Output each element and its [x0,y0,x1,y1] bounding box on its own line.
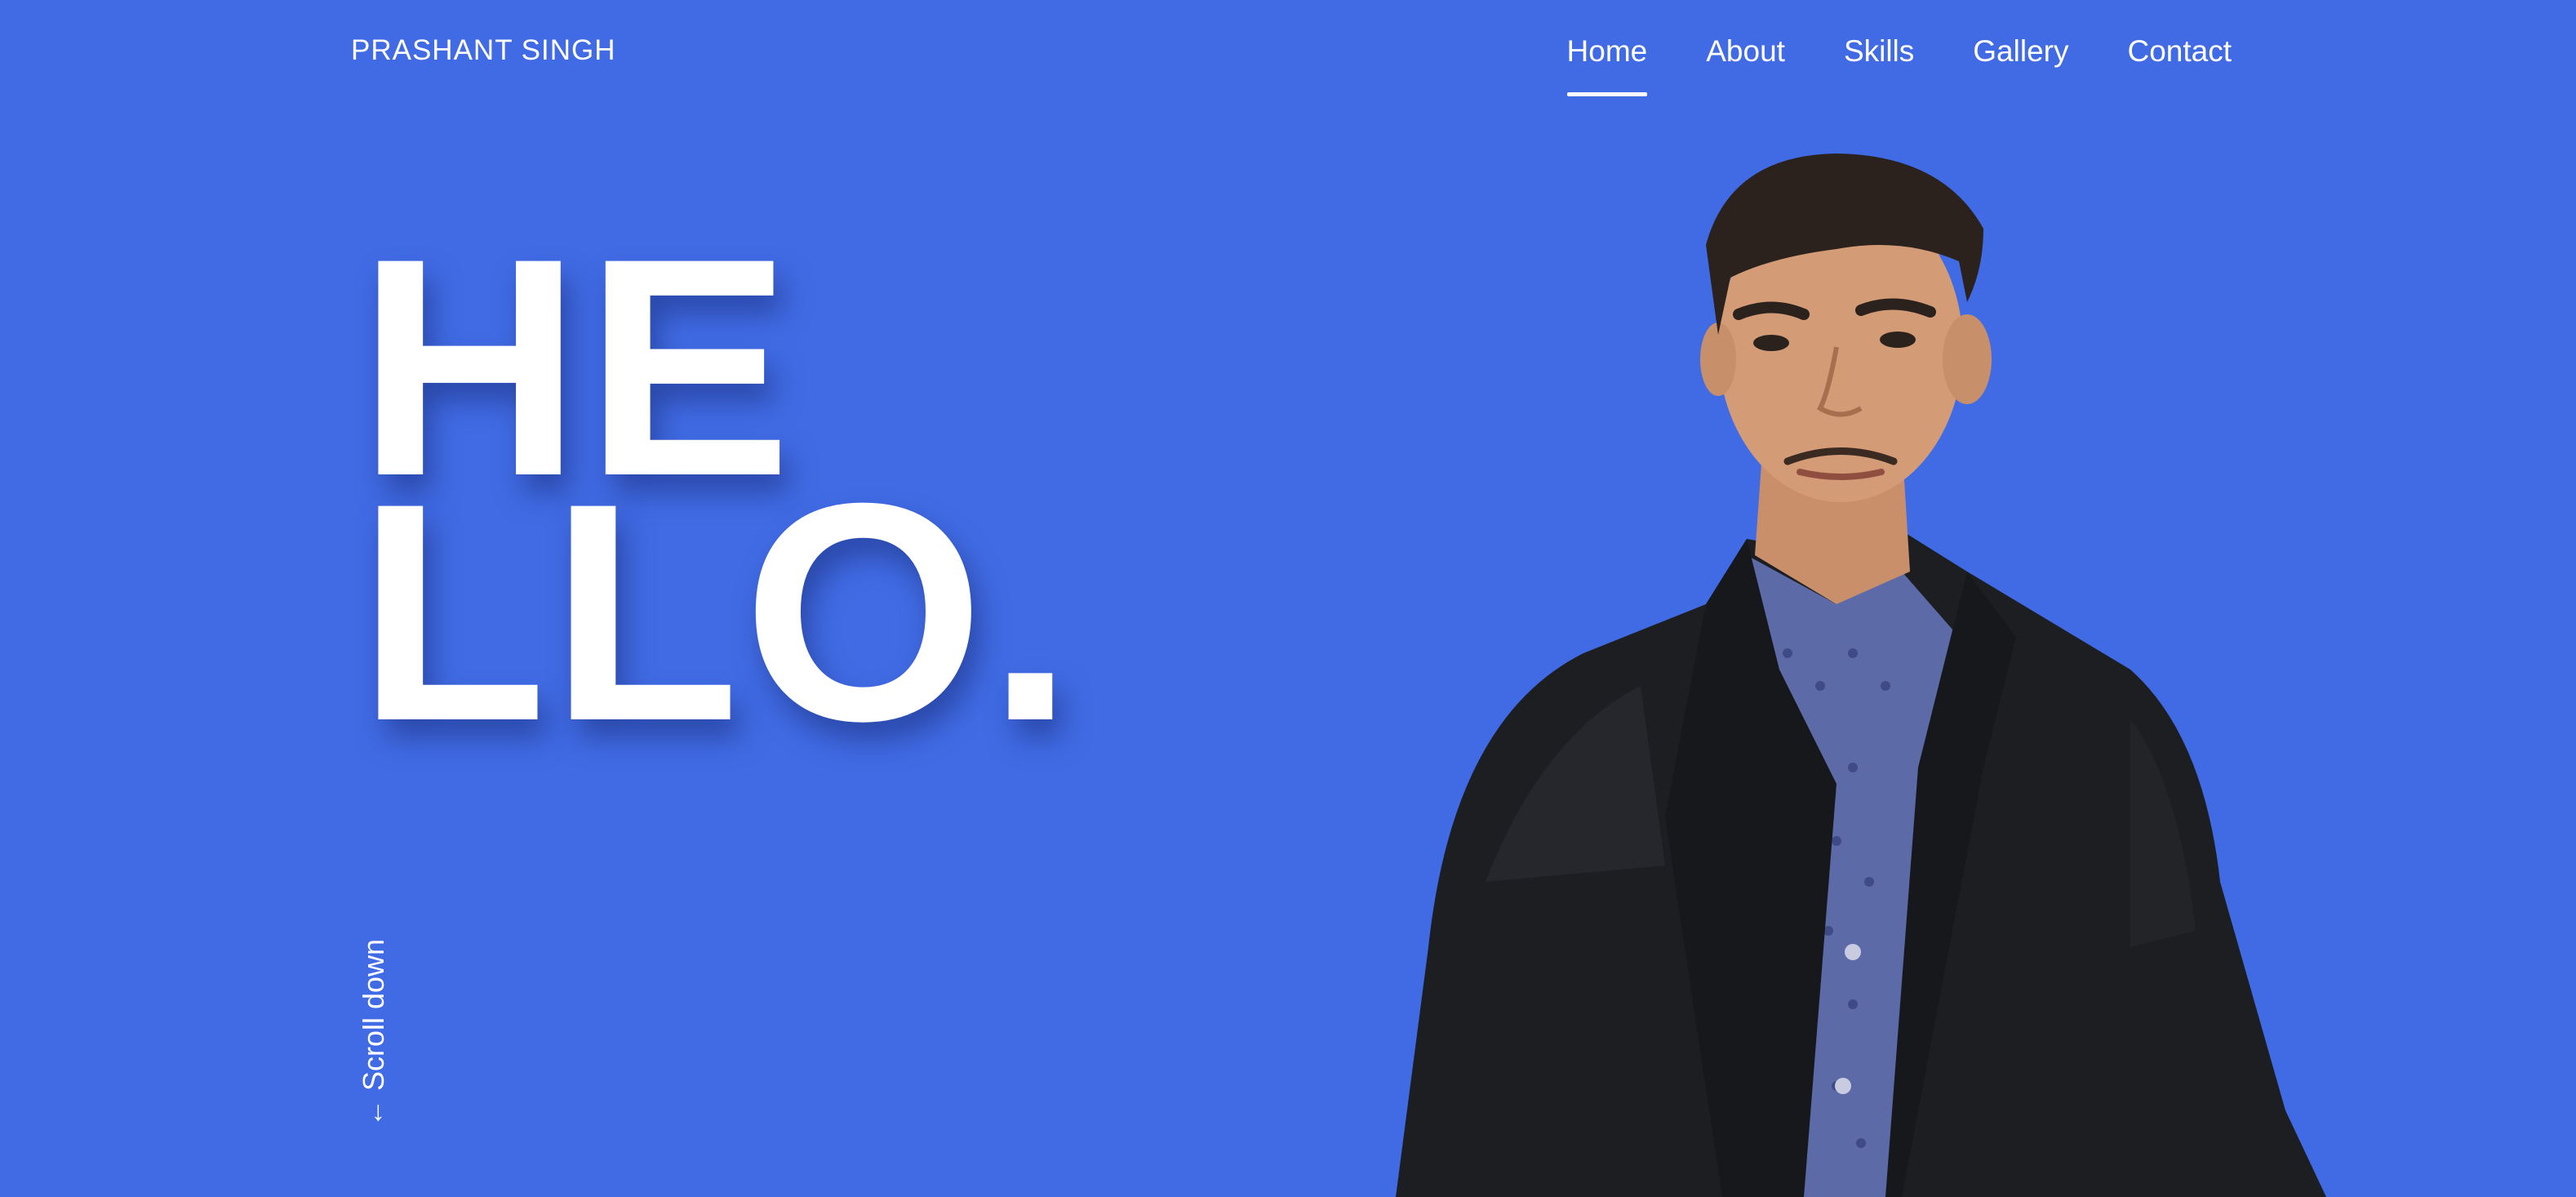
brand-logo-text[interactable]: PRASHANT SINGH [351,34,616,67]
nav-about[interactable]: About [1706,34,1785,69]
portrait-photo [1396,147,2326,1197]
nav-gallery[interactable]: Gallery [1973,34,2068,69]
nav-home[interactable]: Home [1566,34,1647,96]
hero-headline-line-2: LLO. [358,438,1077,785]
hero-headline: HE LLO. [358,212,1077,785]
home-page: PRASHANT SINGH Home About Skills Gallery… [0,0,2576,1197]
main-nav: Home About Skills Gallery Contact [1566,34,2232,96]
scroll-down-label: Scroll down [357,938,390,1091]
person-portrait-icon [1396,154,2326,1197]
nav-contact[interactable]: Contact [2127,34,2232,69]
scroll-down-link[interactable]: ← Scroll down [357,931,392,1127]
arrow-down-icon: ← [358,1099,389,1127]
scroll-down-label-group: ← Scroll down [357,938,390,1127]
nav-skills[interactable]: Skills [1844,34,1914,69]
